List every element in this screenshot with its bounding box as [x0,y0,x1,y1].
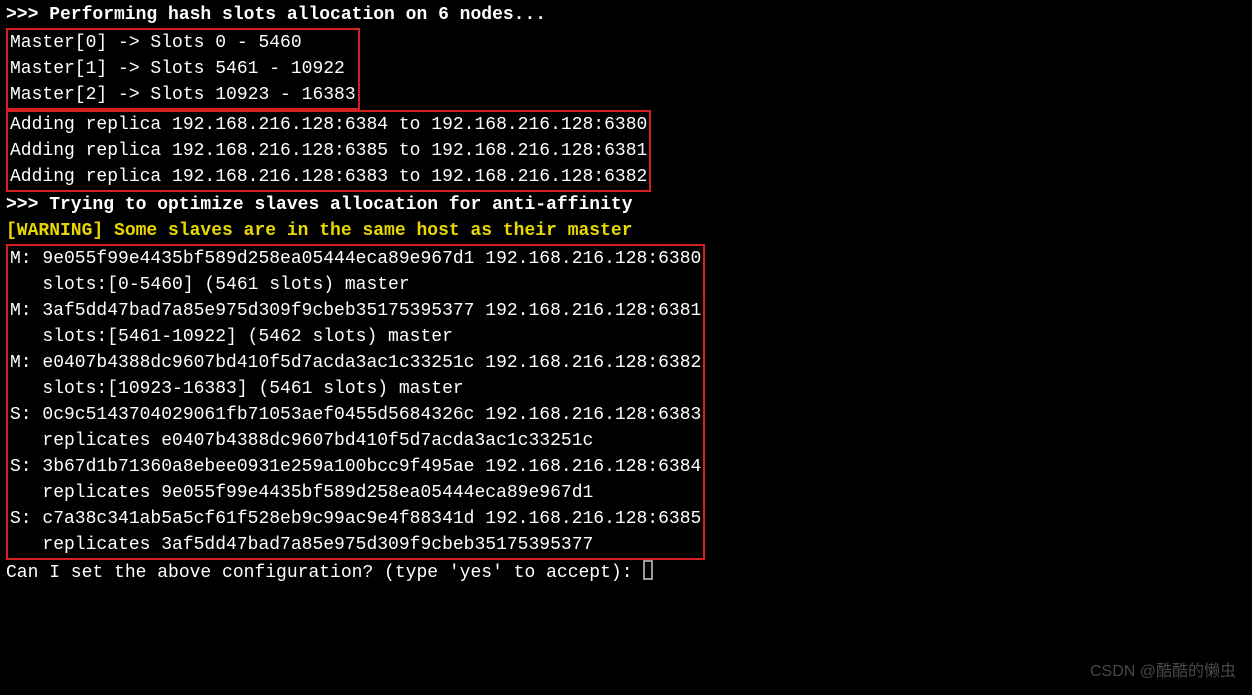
node-line: replicates 9e055f99e4435bf589d258ea05444… [10,480,701,506]
node-line: replicates e0407b4388dc9607bd410f5d7acda… [10,428,701,454]
node-line: S: 0c9c5143704029061fb71053aef0455d56843… [10,402,701,428]
nodes-box: M: 9e055f99e4435bf589d258ea05444eca89e96… [6,244,705,560]
prompt-text: Can I set the above configuration? (type… [6,563,643,583]
optimize-line: >>> Trying to optimize slaves allocation… [6,192,1246,218]
node-line: slots:[10923-16383] (5461 slots) master [10,376,701,402]
cursor-icon [643,560,653,580]
node-line: S: 3b67d1b71360a8ebee0931e259a100bcc9f49… [10,454,701,480]
replica-line: Adding replica 192.168.216.128:6385 to 1… [10,138,647,164]
replicas-box: Adding replica 192.168.216.128:6384 to 1… [6,110,651,192]
node-line: slots:[5461-10922] (5462 slots) master [10,324,701,350]
replica-line: Adding replica 192.168.216.128:6383 to 1… [10,164,647,190]
replica-line: Adding replica 192.168.216.128:6384 to 1… [10,112,647,138]
prompt-line[interactable]: Can I set the above configuration? (type… [6,560,1246,586]
master-slot-line: Master[2] -> Slots 10923 - 16383 [10,82,356,108]
masters-box: Master[0] -> Slots 0 - 5460 Master[1] ->… [6,28,360,110]
watermark: CSDN @酷酷的懒虫 [1090,659,1236,685]
node-line: M: e0407b4388dc9607bd410f5d7acda3ac1c332… [10,350,701,376]
node-line: S: c7a38c341ab5a5cf61f528eb9c99ac9e4f883… [10,506,701,532]
node-line: slots:[0-5460] (5461 slots) master [10,272,701,298]
node-line: M: 3af5dd47bad7a85e975d309f9cbeb35175395… [10,298,701,324]
node-line: M: 9e055f99e4435bf589d258ea05444eca89e96… [10,246,701,272]
node-line: replicates 3af5dd47bad7a85e975d309f9cbeb… [10,532,701,558]
master-slot-line: Master[0] -> Slots 0 - 5460 [10,30,356,56]
header-line: >>> Performing hash slots allocation on … [6,2,1246,28]
warning-line: [WARNING] Some slaves are in the same ho… [6,218,1246,244]
master-slot-line: Master[1] -> Slots 5461 - 10922 [10,56,356,82]
